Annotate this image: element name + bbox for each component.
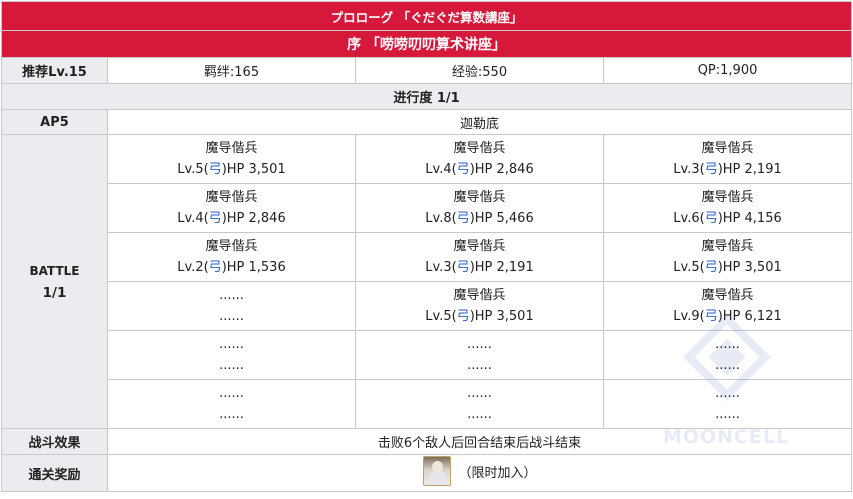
enemy-placeholder: ...... bbox=[219, 358, 244, 373]
enemy-cell[interactable]: 魔导偕兵 Lv.4(弓)HP 2,846 bbox=[355, 134, 604, 184]
enemy-placeholder: ...... bbox=[219, 407, 244, 422]
enemy-name: 魔导偕兵 bbox=[701, 141, 754, 156]
enemy-name: 魔导偕兵 bbox=[453, 239, 506, 254]
archer-class-link[interactable]: 弓 bbox=[457, 260, 470, 275]
enemy-cell-empty: ...... ...... bbox=[355, 379, 604, 429]
quest-title-row: 序 「唠唠叨叨算术讲座」 bbox=[0, 30, 853, 58]
enemy-cell[interactable]: 魔导偕兵 Lv.6(弓)HP 4,156 bbox=[602, 183, 853, 233]
enemy-cell[interactable]: 魔导偕兵 Lv.9(弓)HP 6,121 bbox=[602, 281, 853, 331]
progress-row: 进行度 1/1 bbox=[0, 83, 853, 110]
enemy-cell[interactable]: 魔导偕兵 Lv.2(弓)HP 1,536 bbox=[107, 232, 356, 282]
battle-count: 1/1 bbox=[42, 284, 67, 301]
enemy-placeholder: ...... bbox=[715, 407, 740, 422]
reward-label: 通关奖励 bbox=[1, 454, 108, 492]
enemy-row: ...... ...... ...... ...... ...... .....… bbox=[2, 379, 853, 429]
archer-class-link[interactable]: 弓 bbox=[457, 211, 470, 226]
enemy-placeholder: ...... bbox=[467, 337, 492, 352]
enemy-name: 魔导偕兵 bbox=[701, 239, 754, 254]
reward-text: （限时加入） bbox=[458, 465, 537, 481]
enemy-stats: Lv.5(弓)HP 3,501 bbox=[177, 162, 286, 177]
enemy-placeholder: ...... bbox=[467, 407, 492, 422]
enemy-cell[interactable]: 魔导偕兵 Lv.3(弓)HP 2,191 bbox=[355, 232, 604, 282]
enemy-row: ...... ...... ...... ...... ...... .....… bbox=[2, 330, 853, 380]
enemy-stats: Lv.3(弓)HP 2,191 bbox=[673, 162, 782, 177]
enemy-name: 魔导偕兵 bbox=[701, 288, 754, 303]
battle-effect-label: 战斗效果 bbox=[1, 428, 108, 455]
archer-class-link[interactable]: 弓 bbox=[457, 309, 470, 324]
enemy-name: 魔导偕兵 bbox=[205, 141, 258, 156]
enemy-cell-empty: ...... ...... bbox=[107, 281, 356, 331]
archer-class-link[interactable]: 弓 bbox=[705, 162, 718, 177]
enemy-stats: Lv.5(弓)HP 3,501 bbox=[673, 260, 782, 275]
enemy-name: 魔导偕兵 bbox=[205, 239, 258, 254]
reward-row: 通关奖励 （限时加入） bbox=[1, 454, 853, 492]
archer-class-link[interactable]: 弓 bbox=[209, 260, 222, 275]
enemy-cell-empty: ...... ...... bbox=[355, 330, 604, 380]
enemy-row: 魔导偕兵 Lv.4(弓)HP 2,846 魔导偕兵 Lv.8(弓)HP 5,46… bbox=[2, 183, 853, 233]
enemy-row: ...... ...... 魔导偕兵 Lv.5(弓)HP 3,501 魔导偕兵 … bbox=[2, 281, 853, 331]
qp-reward: QP:1,900 bbox=[602, 57, 853, 84]
enemy-stats: Lv.4(弓)HP 2,846 bbox=[425, 162, 534, 177]
battle-label: BATTLE 1/1 bbox=[1, 134, 108, 429]
enemy-name: 魔导偕兵 bbox=[453, 141, 506, 156]
enemy-stats: Lv.8(弓)HP 5,466 bbox=[425, 211, 534, 226]
enemy-cell-empty: ...... ...... bbox=[107, 379, 356, 429]
enemy-stats: Lv.5(弓)HP 3,501 bbox=[425, 309, 534, 324]
quest-table: プロローグ 「ぐだぐだ算数講座」 序 「唠唠叨叨算术讲座」 推荐Lv.15 羁绊… bbox=[0, 1, 853, 492]
ap-row: AP5 迦勒底 bbox=[1, 109, 853, 135]
servant-portrait-icon[interactable] bbox=[422, 456, 451, 486]
enemy-name: 魔导偕兵 bbox=[205, 190, 258, 205]
enemy-placeholder: ...... bbox=[467, 386, 492, 401]
exp-reward: 经验:550 bbox=[355, 57, 604, 84]
quest-title: 序 「唠唠叨叨算术讲座」 bbox=[0, 30, 853, 58]
enemy-stats: Lv.4(弓)HP 2,846 bbox=[177, 211, 286, 226]
enemy-cell-empty: ...... ...... bbox=[602, 330, 853, 380]
quest-progress: 进行度 1/1 bbox=[0, 83, 853, 110]
enemy-cell[interactable]: 魔导偕兵 Lv.5(弓)HP 3,501 bbox=[602, 232, 853, 282]
enemy-placeholder: ...... bbox=[467, 358, 492, 373]
reward-wrap: （限时加入） bbox=[422, 456, 537, 486]
enemy-cell[interactable]: 魔导偕兵 Lv.3(弓)HP 2,191 bbox=[602, 134, 853, 184]
enemy-row: 魔导偕兵 Lv.2(弓)HP 1,536 魔导偕兵 Lv.3(弓)HP 2,19… bbox=[2, 232, 853, 282]
archer-class-link[interactable]: 弓 bbox=[209, 162, 222, 177]
enemy-placeholder: ...... bbox=[219, 386, 244, 401]
bond-reward: 羁绊:165 bbox=[107, 57, 356, 84]
enemy-name: 魔导偕兵 bbox=[701, 190, 754, 205]
quest-header-row: プロローグ 「ぐだぐだ算数講座」 bbox=[0, 1, 853, 31]
enemy-cell[interactable]: 魔导偕兵 Lv.5(弓)HP 3,501 bbox=[107, 134, 356, 184]
enemy-stats: Lv.3(弓)HP 2,191 bbox=[425, 260, 534, 275]
enemy-name: 魔导偕兵 bbox=[453, 288, 506, 303]
reward-content: （限时加入） bbox=[106, 454, 853, 492]
enemy-cell[interactable]: 魔导偕兵 Lv.4(弓)HP 2,846 bbox=[107, 183, 356, 233]
enemy-row: BATTLE 1/1 魔导偕兵 Lv.5(弓)HP 3,501 魔导偕兵 Lv.… bbox=[1, 134, 853, 429]
enemy-cell[interactable]: 魔导偕兵 Lv.5(弓)HP 3,501 bbox=[355, 281, 604, 331]
enemy-placeholder: ...... bbox=[219, 337, 244, 352]
enemy-cell-empty: ...... ...... bbox=[107, 330, 356, 380]
archer-class-link[interactable]: 弓 bbox=[705, 260, 718, 275]
enemy-stats: Lv.9(弓)HP 6,121 bbox=[673, 309, 782, 324]
ap-cost: AP5 bbox=[1, 109, 108, 135]
archer-class-link[interactable]: 弓 bbox=[209, 211, 222, 226]
enemy-placeholder: ...... bbox=[715, 386, 740, 401]
quest-subtitle: プロローグ 「ぐだぐだ算数講座」 bbox=[0, 1, 853, 31]
recommended-level: 推荐Lv.15 bbox=[1, 57, 108, 84]
enemy-placeholder: ...... bbox=[715, 358, 740, 373]
battle-effect-text: 击败6个敌人后回合结束后战斗结束 bbox=[106, 428, 853, 455]
enemy-stats: Lv.6(弓)HP 4,156 bbox=[673, 211, 782, 226]
battle-title: BATTLE bbox=[29, 263, 80, 278]
enemy-name: 魔导偕兵 bbox=[453, 190, 506, 205]
archer-class-link[interactable]: 弓 bbox=[705, 211, 718, 226]
enemy-placeholder: ...... bbox=[219, 309, 244, 324]
archer-class-link[interactable]: 弓 bbox=[457, 162, 470, 177]
enemy-cell-empty: ...... ...... bbox=[602, 379, 853, 429]
archer-class-link[interactable]: 弓 bbox=[705, 309, 718, 324]
enemy-cell[interactable]: 魔导偕兵 Lv.8(弓)HP 5,466 bbox=[355, 183, 604, 233]
quest-location: 迦勒底 bbox=[106, 109, 853, 135]
enemy-stats: Lv.2(弓)HP 1,536 bbox=[177, 260, 286, 275]
quest-info-row: 推荐Lv.15 羁绊:165 经验:550 QP:1,900 bbox=[1, 57, 853, 84]
enemy-placeholder: ...... bbox=[219, 288, 244, 303]
battle-effect-row: 战斗效果 击败6个敌人后回合结束后战斗结束 bbox=[1, 428, 853, 455]
enemy-placeholder: ...... bbox=[715, 337, 740, 352]
